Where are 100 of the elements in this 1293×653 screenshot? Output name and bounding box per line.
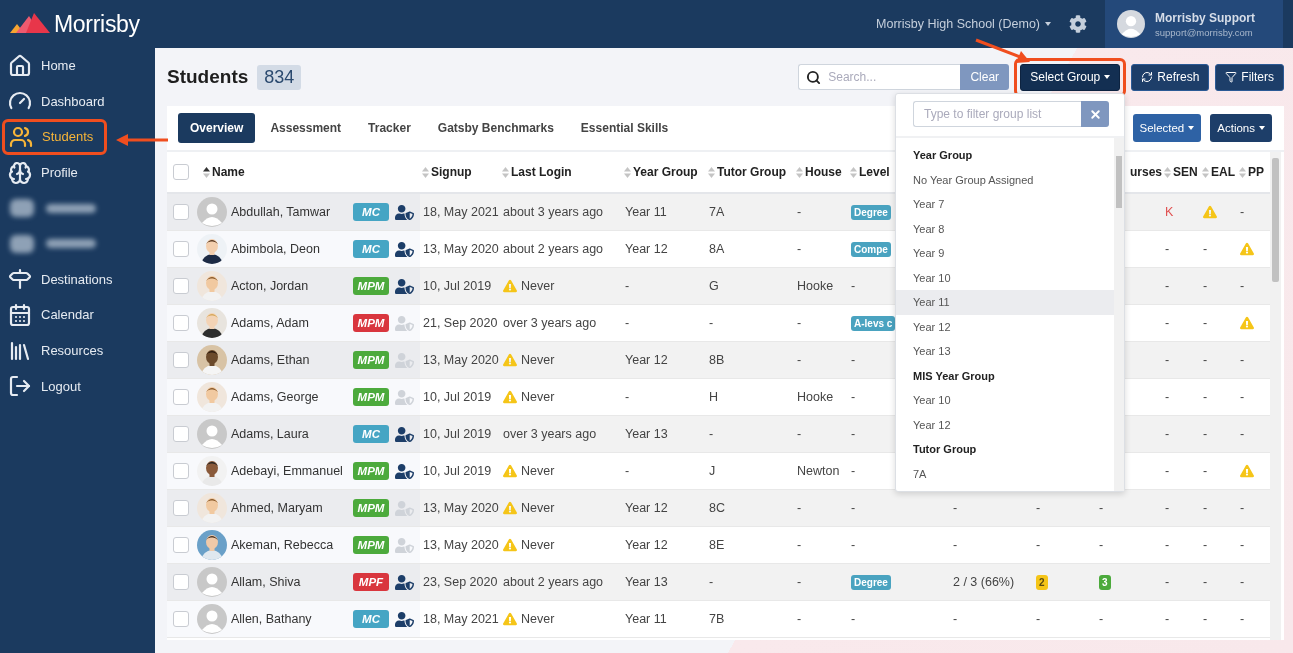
- group-option[interactable]: Year 12: [896, 314, 1114, 339]
- user-shield-icon[interactable]: [395, 609, 414, 629]
- student-name[interactable]: Allam, Shiva: [231, 575, 301, 589]
- refresh-button[interactable]: Refresh: [1131, 63, 1210, 91]
- sidebar-item[interactable]: Dashboard: [0, 83, 105, 120]
- user-avatar-icon[interactable]: [1117, 10, 1145, 38]
- group-option[interactable]: 7A: [896, 461, 1114, 486]
- column-header[interactable]: Tutor Group: [717, 165, 787, 179]
- scrollbar[interactable]: [1114, 138, 1124, 491]
- group-option[interactable]: Year 8: [896, 216, 1114, 241]
- school-selector[interactable]: Morrisby High School (Demo): [876, 17, 1051, 31]
- group-option[interactable]: No Year Group Assigned: [896, 167, 1114, 192]
- checkbox[interactable]: [173, 241, 189, 257]
- search-field[interactable]: Search...: [798, 64, 961, 90]
- sidebar-item[interactable]: Logout: [0, 368, 81, 404]
- checkbox[interactable]: [173, 352, 189, 368]
- column-header[interactable]: Level: [859, 165, 890, 179]
- tab[interactable]: Essential Skills: [568, 113, 681, 143]
- action-button[interactable]: Actions: [1210, 114, 1272, 142]
- sidebar-item[interactable]: Destinations: [0, 261, 113, 298]
- student-name[interactable]: Adebayi, Emmanuel: [231, 464, 343, 478]
- tab[interactable]: Overview: [178, 113, 256, 143]
- table-cell: -: [709, 575, 714, 589]
- tab[interactable]: Gatsby Benchmarks: [425, 113, 566, 143]
- student-name[interactable]: Allen, Bathany: [231, 612, 312, 626]
- group-option[interactable]: Year 9: [896, 241, 1114, 266]
- column-header[interactable]: Name: [212, 165, 245, 179]
- table-cell: 7B: [709, 612, 725, 626]
- tab[interactable]: Tracker: [356, 113, 423, 143]
- table-cell: -: [1240, 427, 1245, 441]
- checkbox[interactable]: [173, 574, 189, 590]
- user-shield-icon[interactable]: [395, 239, 414, 259]
- student-name[interactable]: Adams, Adam: [231, 316, 309, 330]
- checkbox[interactable]: [173, 463, 189, 479]
- scrollbar[interactable]: [1270, 152, 1281, 640]
- table-cell: -: [1165, 538, 1170, 552]
- checkbox[interactable]: [173, 611, 189, 627]
- table-cell: -: [1203, 390, 1208, 404]
- checkbox[interactable]: [173, 278, 189, 294]
- column-header[interactable]: Last Login: [511, 165, 572, 179]
- checkbox[interactable]: [173, 389, 189, 405]
- clear-filter-button[interactable]: [1081, 101, 1109, 127]
- sidebar-item[interactable]: Resources: [0, 332, 104, 369]
- group-option[interactable]: Year 12: [896, 412, 1114, 437]
- column-header[interactable]: urses: [1129, 165, 1162, 179]
- sidebar-item[interactable]: Calendar: [0, 297, 94, 333]
- checkbox[interactable]: [173, 315, 189, 331]
- group-option[interactable]: Year 13: [896, 339, 1114, 364]
- sidebar-item[interactable]: Home: [0, 48, 76, 84]
- user-shield-icon[interactable]: [395, 424, 414, 444]
- group-option[interactable]: Year 10: [896, 265, 1114, 290]
- student-name[interactable]: Abdullah, Tamwar: [231, 205, 331, 219]
- table-cell: Hooke: [797, 279, 834, 293]
- table-cell: -: [1165, 612, 1170, 626]
- checkbox[interactable]: [173, 500, 189, 516]
- user-shield-icon[interactable]: [395, 572, 414, 592]
- table-cell: -: [709, 427, 714, 441]
- checkbox[interactable]: [173, 164, 189, 180]
- group-option[interactable]: Year 11: [896, 290, 1114, 315]
- column-header[interactable]: Signup: [431, 165, 472, 179]
- checkbox[interactable]: [173, 204, 189, 220]
- student-name[interactable]: Adams, George: [231, 390, 319, 404]
- student-name[interactable]: Acton, Jordan: [231, 279, 309, 293]
- sidebar-item[interactable]: Profile: [0, 154, 78, 191]
- action-button[interactable]: Selected: [1132, 114, 1202, 142]
- checkbox[interactable]: [173, 537, 189, 553]
- logo-icon: [10, 13, 50, 35]
- column-header[interactable]: House: [805, 165, 842, 179]
- group-option[interactable]: Year 10: [896, 388, 1114, 413]
- table-cell: -: [797, 575, 802, 589]
- column-header[interactable]: SEN: [1173, 165, 1198, 179]
- sidebar-item[interactable]: Students: [5, 123, 94, 151]
- group-filter-field[interactable]: Type to filter group list: [913, 101, 1081, 127]
- warning-icon: [1240, 316, 1254, 330]
- select-group-button[interactable]: Select Group: [1020, 63, 1121, 91]
- warning-icon: [1240, 464, 1254, 478]
- logout-icon: [8, 374, 32, 399]
- warning-icon: [503, 538, 517, 552]
- filters-button[interactable]: Filters: [1215, 63, 1284, 91]
- user-shield-icon[interactable]: [395, 202, 414, 222]
- tab[interactable]: Assessment: [258, 113, 354, 143]
- column-header[interactable]: Year Group: [633, 165, 698, 179]
- sort-icon[interactable]: [203, 166, 210, 178]
- student-name[interactable]: Adams, Laura: [231, 427, 309, 441]
- profile-badge: MPM: [353, 462, 389, 480]
- student-name[interactable]: Ahmed, Maryam: [231, 501, 323, 515]
- student-name[interactable]: Akeman, Rebecca: [231, 538, 334, 552]
- column-header[interactable]: PP: [1248, 165, 1264, 179]
- student-name[interactable]: Adams, Ethan: [231, 353, 310, 367]
- student-name[interactable]: Abimbola, Deon: [231, 242, 320, 256]
- user-avatar-icon: [197, 197, 227, 227]
- settings-icon[interactable]: [1069, 15, 1087, 33]
- level-tag: 2: [1036, 574, 1048, 590]
- checkbox[interactable]: [173, 426, 189, 442]
- level-tag: Degree: [851, 204, 891, 220]
- table-cell: -: [1203, 612, 1208, 626]
- user-shield-icon[interactable]: [395, 276, 414, 296]
- group-option[interactable]: Year 7: [896, 192, 1114, 217]
- user-shield-icon[interactable]: [395, 461, 414, 481]
- column-header[interactable]: EAL: [1211, 165, 1235, 179]
